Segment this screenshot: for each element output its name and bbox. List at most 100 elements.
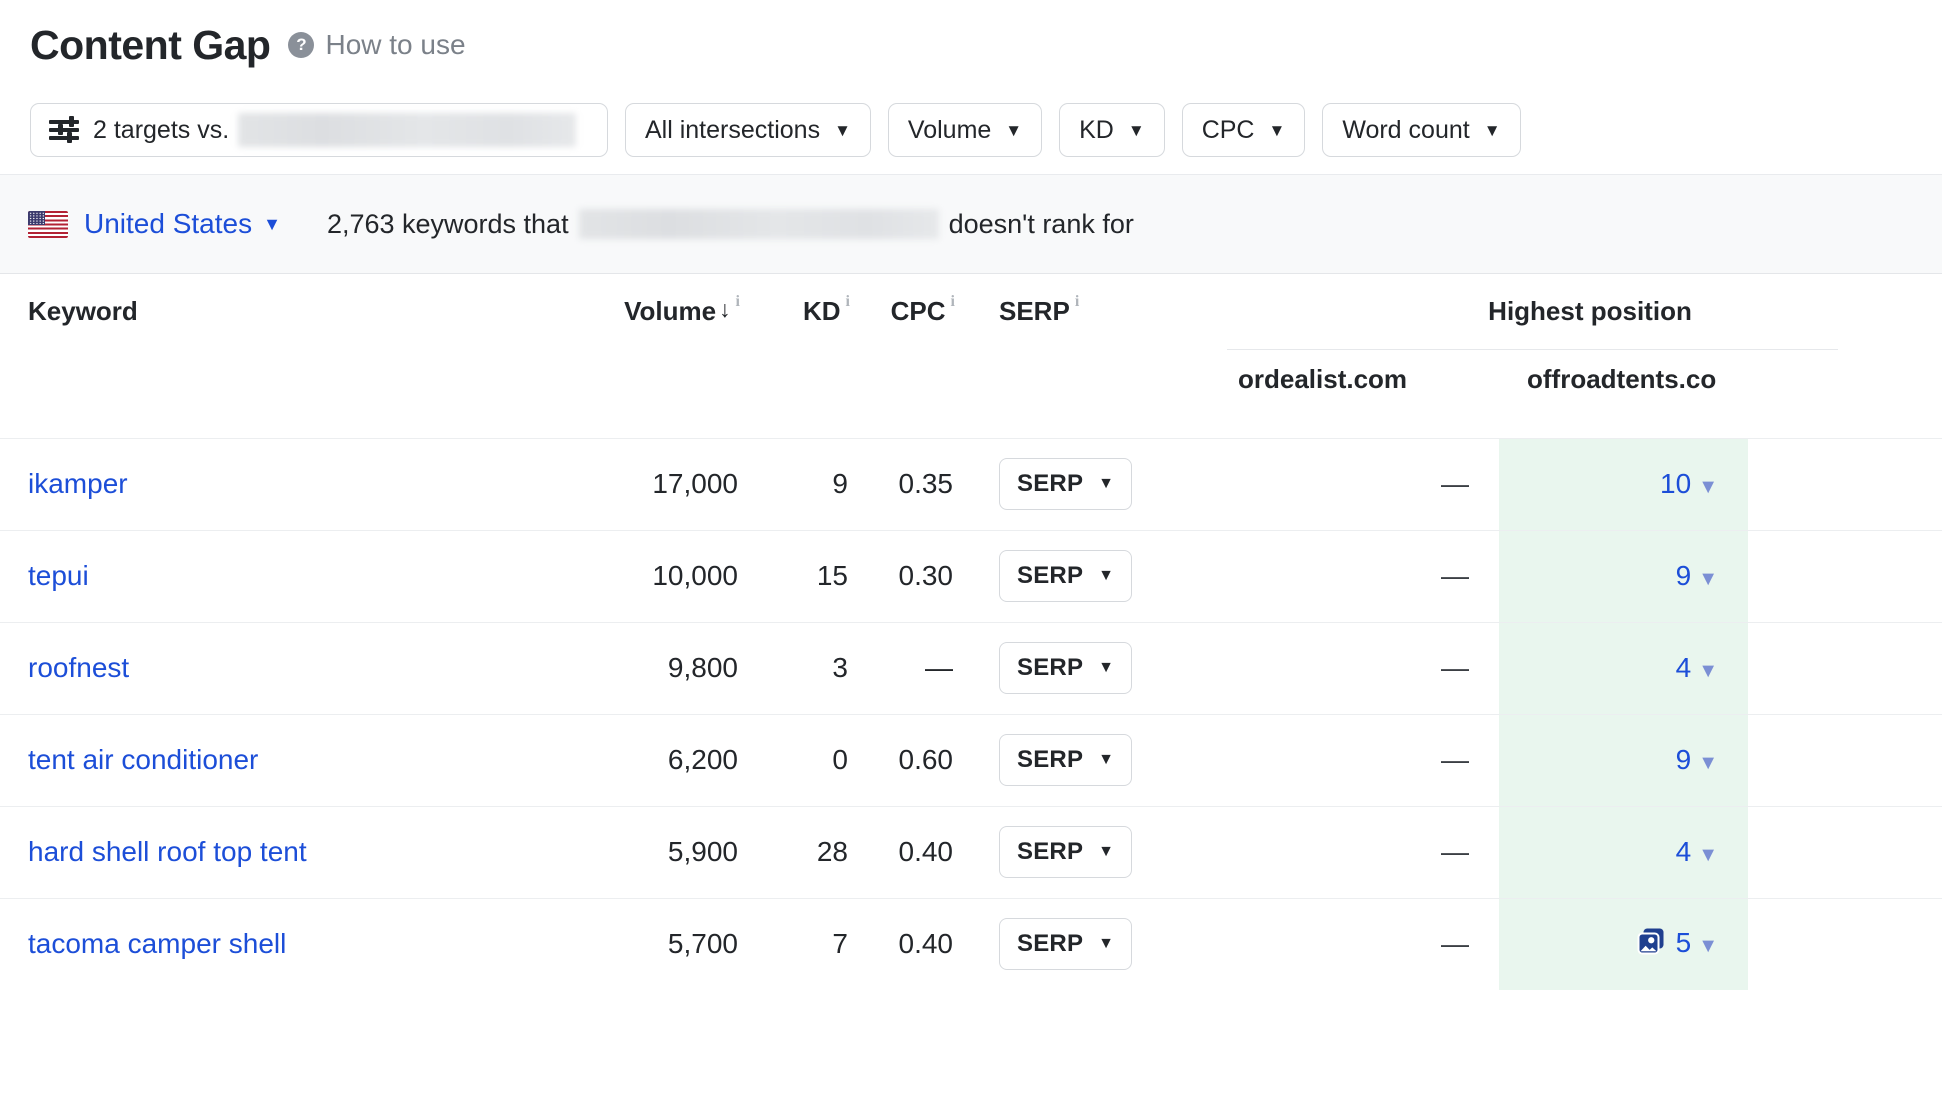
column-header-keyword-label: Keyword <box>28 296 138 326</box>
volume-filter-button[interactable]: Volume ▼ <box>887 103 1043 157</box>
column-header-domain-2-label: offroadtents.co <box>1527 364 1717 394</box>
keyword-link[interactable]: tepui <box>28 560 89 591</box>
cell-tail <box>1748 713 1942 806</box>
how-to-use-link[interactable]: How to use <box>325 31 465 59</box>
cell-serp: SERP ▼ <box>955 621 1160 714</box>
cell-kd: 0 <box>740 713 850 806</box>
chevron-down-icon[interactable]: ▼ <box>1698 935 1718 957</box>
keyword-link[interactable]: hard shell roof top tent <box>28 836 307 867</box>
column-header-domain-offroadtents[interactable]: offroadtents.co <box>1499 350 1942 438</box>
cell-cpc: — <box>850 621 955 714</box>
column-header-domain-ordealist[interactable]: ordealist.com <box>1210 350 1499 438</box>
cell-position-offroadtents: 4 ▼ <box>1499 805 1748 898</box>
serp-button-label: SERP <box>1017 930 1084 958</box>
cell-serp: SERP ▼ <box>955 897 1160 990</box>
word-count-filter-label: Word count <box>1342 115 1470 144</box>
no-data-dash: — <box>1441 836 1469 867</box>
position-value[interactable]: 5 <box>1676 927 1692 958</box>
info-icon[interactable]: i <box>951 293 955 311</box>
chevron-down-icon: ▼ <box>834 120 851 140</box>
redacted-competitor-domain <box>578 209 939 239</box>
kd-filter-button[interactable]: KD ▼ <box>1059 103 1165 157</box>
cpc-filter-label: CPC <box>1201 115 1255 144</box>
cell-position-ordealist: — <box>1210 805 1499 898</box>
column-header-kd[interactable]: KD i <box>740 274 850 438</box>
cell-volume: 17,000 <box>580 437 740 530</box>
no-data-dash: — <box>1441 468 1469 499</box>
column-group-highest-position: Highest position <box>1210 274 1942 350</box>
no-data-dash: — <box>1441 652 1469 683</box>
serp-button[interactable]: SERP ▼ <box>999 642 1133 694</box>
serp-button[interactable]: SERP ▼ <box>999 918 1133 971</box>
targets-filter-button[interactable]: 2 targets vs. <box>30 103 608 157</box>
country-selector[interactable]: United States <box>84 210 252 238</box>
column-header-volume[interactable]: Volume ↓ i <box>580 274 740 438</box>
sort-descending-icon[interactable]: ↓ <box>719 296 731 323</box>
serp-button-label: SERP <box>1017 746 1084 773</box>
cell-position-ordealist: — <box>1210 437 1499 530</box>
table-row[interactable]: ikamper 17,000 9 0.35 SERP ▼ — 10 ▼ <box>0 437 1942 530</box>
table-row[interactable]: hard shell roof top tent 5,900 28 0.40 SERP ▼… <box>0 805 1942 898</box>
chevron-down-icon: ▼ <box>1268 120 1286 140</box>
cell-volume: 5,700 <box>580 897 740 990</box>
chevron-down-icon[interactable]: ▼ <box>1698 568 1718 590</box>
serp-button[interactable]: SERP ▼ <box>999 826 1133 878</box>
cell-keyword: tent air conditioner <box>0 713 580 806</box>
serp-button-label: SERP <box>1017 838 1084 865</box>
chevron-down-icon[interactable]: ▼ <box>1698 844 1718 866</box>
cell-spacer <box>1160 897 1210 990</box>
serp-button[interactable]: SERP ▼ <box>999 550 1133 602</box>
serp-button[interactable]: SERP ▼ <box>999 734 1133 786</box>
position-value[interactable]: 4 <box>1676 836 1692 867</box>
word-count-filter-button[interactable]: Word count ▼ <box>1322 103 1521 157</box>
cell-position-ordealist: — <box>1210 713 1499 806</box>
serp-button-label: SERP <box>1017 470 1084 497</box>
no-data-dash: — <box>1441 744 1469 775</box>
chevron-down-icon: ▼ <box>1005 120 1023 140</box>
column-header-serp-label: SERP <box>999 296 1070 326</box>
keyword-link[interactable]: tent air conditioner <box>28 744 258 775</box>
keyword-link[interactable]: tacoma camper shell <box>28 928 286 959</box>
info-icon[interactable]: i <box>1075 293 1079 311</box>
chevron-down-icon[interactable]: ▼ <box>263 214 281 235</box>
cell-tail <box>1748 529 1942 622</box>
cell-volume: 5,900 <box>580 805 740 898</box>
column-header-cpc-label: CPC <box>890 296 946 326</box>
chevron-down-icon[interactable]: ▼ <box>1698 660 1718 682</box>
table-row[interactable]: tent air conditioner 6,200 0 0.60 SERP ▼ —9 ▼ <box>0 713 1942 806</box>
serp-button-label: SERP <box>1017 562 1084 589</box>
info-icon[interactable]: i <box>736 293 740 311</box>
chevron-down-icon[interactable]: ▼ <box>1698 476 1718 498</box>
column-header-keyword[interactable]: Keyword <box>0 274 580 438</box>
page-header: Content Gap ? How to use <box>0 0 1942 72</box>
position-value[interactable]: 9 <box>1676 560 1692 591</box>
keyword-count-prefix: 2,763 keywords that <box>326 208 569 239</box>
position-value[interactable]: 4 <box>1676 652 1692 683</box>
cell-kd: 15 <box>740 529 850 622</box>
column-header-serp[interactable]: SERP i <box>955 274 1160 438</box>
image-pack-icon[interactable] <box>1636 926 1666 963</box>
keyword-link[interactable]: roofnest <box>28 652 129 683</box>
chevron-down-icon[interactable]: ▼ <box>1698 752 1718 774</box>
table-row[interactable]: roofnest 9,800 3— SERP ▼ —4 ▼ <box>0 621 1942 714</box>
question-mark-circle-icon[interactable]: ? <box>288 32 315 58</box>
keyword-link[interactable]: ikamper <box>28 468 128 499</box>
cpc-filter-button[interactable]: CPC ▼ <box>1181 103 1306 157</box>
position-value[interactable]: 10 <box>1660 468 1691 499</box>
info-icon[interactable]: i <box>846 293 850 311</box>
volume-filter-label: Volume <box>907 115 992 144</box>
column-header-cpc[interactable]: CPC i <box>850 274 955 438</box>
intersections-filter-button[interactable]: All intersections ▼ <box>625 103 871 157</box>
cell-serp: SERP ▼ <box>955 529 1160 622</box>
kd-filter-label: KD <box>1079 115 1114 144</box>
cell-spacer <box>1160 529 1210 622</box>
cell-position-ordealist: — <box>1210 529 1499 622</box>
serp-button[interactable]: SERP ▼ <box>999 458 1133 510</box>
page-title: Content Gap <box>30 21 271 68</box>
chevron-down-icon: ▼ <box>1483 120 1501 140</box>
cell-kd: 7 <box>740 897 850 990</box>
position-value[interactable]: 9 <box>1676 744 1692 775</box>
cell-spacer <box>1160 621 1210 714</box>
table-row[interactable]: tacoma camper shell 5,700 7 0.40 SERP ▼ —5 ▼ <box>0 897 1942 990</box>
table-row[interactable]: tepui 10,000 15 0.30 SERP ▼ —9 ▼ <box>0 529 1942 622</box>
